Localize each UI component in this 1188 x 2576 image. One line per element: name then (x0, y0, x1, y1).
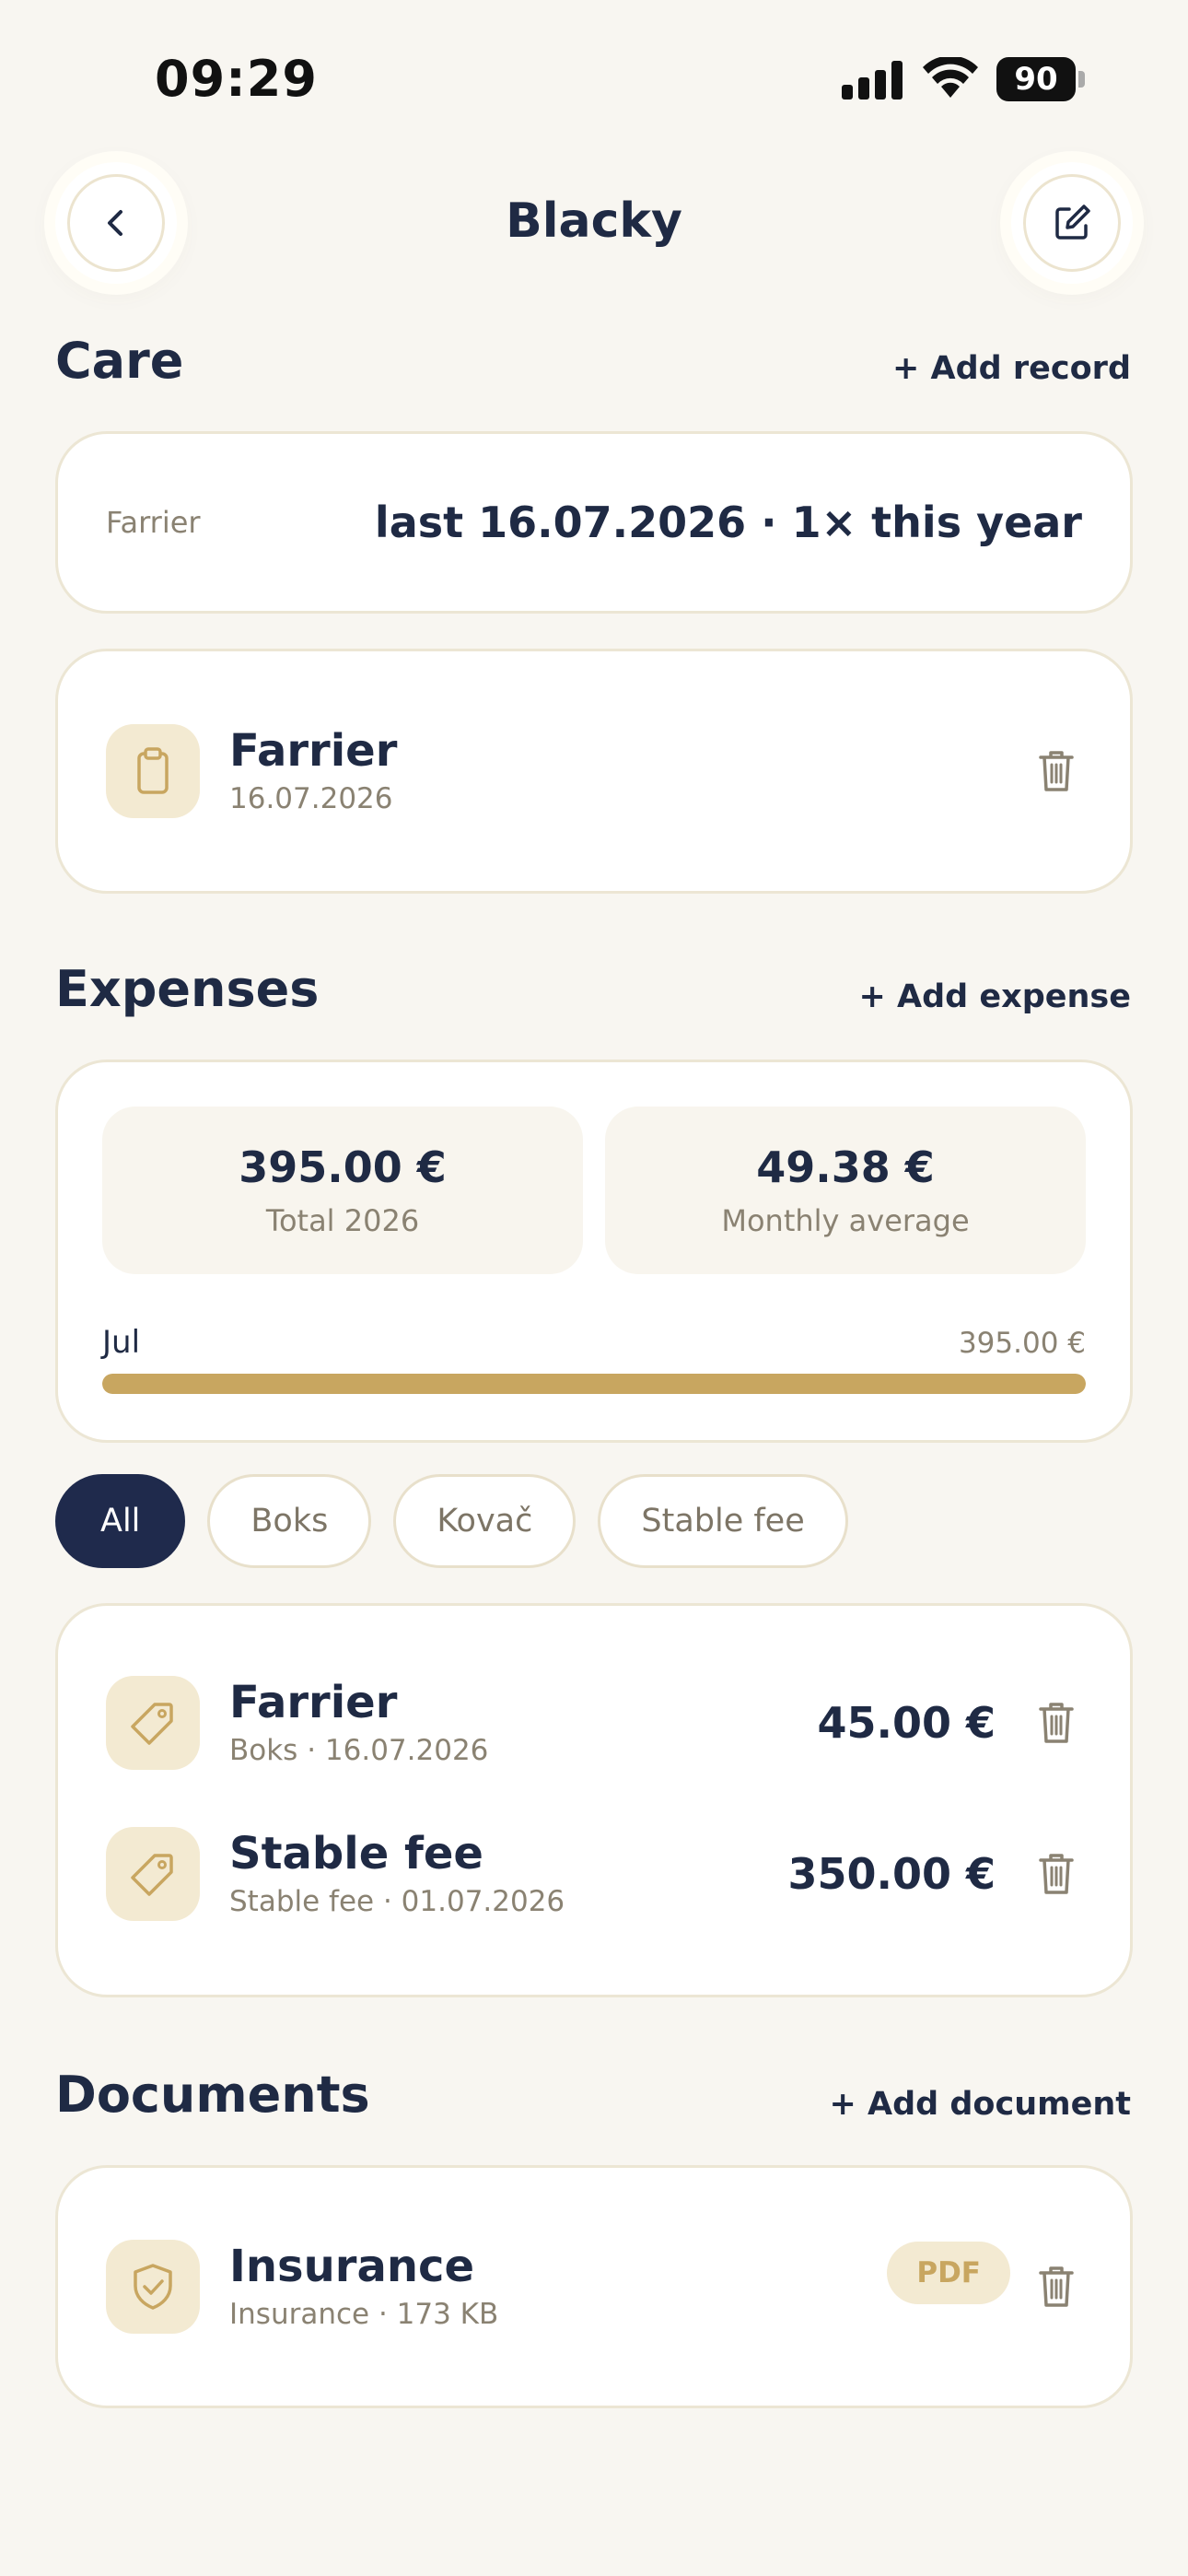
trash-icon (1039, 2266, 1074, 2307)
trash-icon (1039, 1703, 1074, 1743)
shield-check-icon (106, 2240, 200, 2334)
filter-chip-stable-fee[interactable]: Stable fee (598, 1474, 848, 1568)
expense-subtitle: Stable fee · 01.07.2026 (229, 1885, 565, 1919)
documents-section-title: Documents (55, 2066, 370, 2124)
status-time: 09:29 (155, 50, 318, 108)
filter-chip-kovac[interactable]: Kovač (393, 1474, 577, 1568)
month-label: Jul (102, 1324, 141, 1361)
care-summary-value: last 16.07.2026 · 1× this year (374, 498, 1082, 547)
care-record-title: Farrier (229, 724, 398, 777)
add-document-button[interactable]: + Add document (829, 2086, 1131, 2123)
document-card[interactable]: Insurance Insurance · 173 KB PDF (55, 2165, 1133, 2408)
expense-row[interactable]: Stable fee Stable fee · 01.07.2026 350.0… (106, 1823, 1082, 1925)
expense-list-card: Farrier Boks · 16.07.2026 45.00 € Stable… (55, 1603, 1133, 1997)
expense-row[interactable]: Farrier Boks · 16.07.2026 45.00 € (106, 1672, 1082, 1774)
battery-level: 90 (996, 57, 1076, 101)
delete-care-record-button[interactable] (1031, 745, 1082, 797)
filter-chip-boks[interactable]: Boks (207, 1474, 372, 1568)
month-progress-fill (102, 1374, 1086, 1394)
edit-square-icon (1055, 205, 1090, 240)
care-summary-card: Farrier last 16.07.2026 · 1× this year (55, 431, 1133, 614)
average-value: 49.38 € (756, 1142, 935, 1192)
average-label: Monthly average (721, 1203, 970, 1238)
care-summary-label: Farrier (106, 505, 201, 540)
document-type-badge: PDF (887, 2242, 1010, 2304)
tag-icon (106, 1827, 200, 1921)
edit-button[interactable] (1011, 162, 1133, 284)
month-progress-bar (102, 1374, 1086, 1394)
add-expense-button[interactable]: + Add expense (859, 978, 1131, 1015)
month-amount: 395.00 € (958, 1327, 1086, 1360)
total-value: 395.00 € (239, 1142, 447, 1192)
clipboard-icon (106, 724, 200, 818)
page-title: Blacky (506, 193, 682, 249)
filter-chip-all[interactable]: All (55, 1474, 186, 1568)
tag-icon (106, 1676, 200, 1770)
expense-amount: 45.00 € (817, 1698, 996, 1748)
expense-amount: 350.00 € (787, 1849, 996, 1899)
expense-title: Farrier (229, 1676, 398, 1728)
average-stat: 49.38 € Monthly average (605, 1107, 1086, 1274)
month-row: Jul 395.00 € (102, 1324, 1086, 1361)
battery-icon: 90 (996, 57, 1085, 101)
care-record-card[interactable]: Farrier 16.07.2026 (55, 649, 1133, 894)
trash-icon (1039, 1854, 1074, 1894)
delete-expense-button[interactable] (1031, 1848, 1082, 1900)
total-label: Total 2026 (265, 1203, 420, 1238)
expense-title: Stable fee (229, 1827, 483, 1879)
expense-summary-card: 395.00 € Total 2026 49.38 € Monthly aver… (55, 1060, 1133, 1443)
care-section-title: Care (55, 332, 184, 390)
care-record-date: 16.07.2026 (229, 782, 393, 816)
cellular-signal-icon (842, 61, 904, 100)
delete-expense-button[interactable] (1031, 1697, 1082, 1749)
wifi-icon (923, 55, 978, 100)
expenses-section-title: Expenses (55, 960, 320, 1018)
trash-icon (1039, 751, 1074, 791)
expense-filter-chips: All Boks Kovač Stable fee (55, 1474, 848, 1568)
expense-subtitle: Boks · 16.07.2026 (229, 1734, 489, 1768)
add-record-button[interactable]: + Add record (892, 350, 1131, 387)
delete-document-button[interactable] (1031, 2261, 1082, 2313)
total-stat: 395.00 € Total 2026 (102, 1107, 583, 1274)
